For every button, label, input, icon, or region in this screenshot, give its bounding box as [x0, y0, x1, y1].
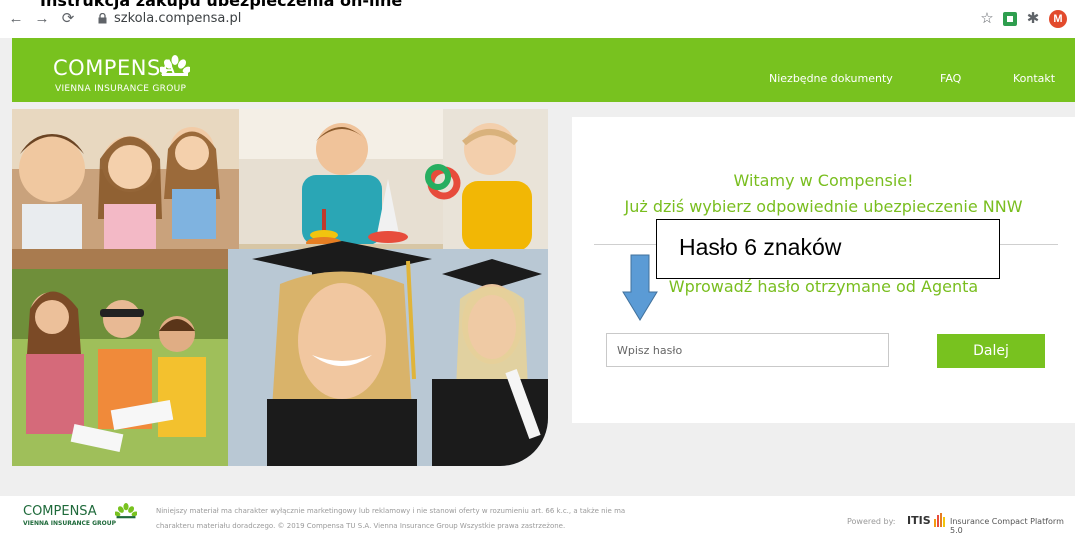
- address-bar[interactable]: szkola.compensa.pl: [114, 11, 241, 26]
- children-photo-image: [12, 109, 548, 466]
- cropped-heading: Instrukcja zakupu ubezpieczenia on-line: [40, 0, 403, 10]
- annotation-callout: Hasło 6 znaków: [656, 219, 1000, 279]
- nav-contact[interactable]: Kontakt: [1013, 72, 1055, 85]
- footer-disclaimer-line1: Niniejszy materiał ma charakter wyłączni…: [156, 507, 626, 515]
- site-footer: COMPENSA VIENNA INSURANCE GROUP Niniejsz…: [0, 496, 1075, 540]
- browser-toolbar: Instrukcja zakupu ubezpieczenia on-line …: [0, 0, 1075, 38]
- welcome-title: Witamy w Compensie!: [733, 171, 914, 190]
- itis-logo[interactable]: ITIS: [907, 514, 931, 527]
- nav-documents[interactable]: Niezbędne dokumenty: [769, 72, 893, 85]
- platform-label: Insurance Compact Platform 5.0: [950, 517, 1064, 535]
- annotation-arrow-icon: [622, 254, 658, 321]
- annotation-text: Hasło 6 znaków: [679, 234, 842, 260]
- compensa-logo-icon: [160, 55, 190, 76]
- next-button[interactable]: Dalej: [937, 334, 1045, 368]
- footer-logo-icon: [115, 503, 137, 519]
- puzzle-icon[interactable]: ✱: [1025, 11, 1041, 27]
- powered-by-label: Powered by:: [847, 517, 896, 526]
- site-header: COMPENSA VIENNA INSURANCE GROUP Niezbędn…: [12, 38, 1075, 102]
- footer-logo-subtitle: VIENNA INSURANCE GROUP: [23, 520, 116, 527]
- footer-disclaimer-line2: charakteru materiału doradczego. © 2019 …: [156, 522, 566, 530]
- logo-subtitle: VIENNA INSURANCE GROUP: [55, 84, 187, 94]
- star-icon[interactable]: ☆: [979, 11, 995, 27]
- back-icon[interactable]: ←: [8, 11, 24, 27]
- reload-icon[interactable]: ⟳: [60, 11, 76, 27]
- hero-photo-collage: [12, 109, 548, 466]
- welcome-subtitle: Już dziś wybierz odpowiednie ubezpieczen…: [624, 197, 1023, 216]
- itis-bars-icon: [934, 513, 945, 527]
- footer-logo-wordmark: COMPENSA: [23, 504, 97, 519]
- extension-icon[interactable]: [1001, 10, 1019, 28]
- profile-avatar[interactable]: M: [1049, 10, 1067, 28]
- forward-icon[interactable]: →: [34, 11, 50, 27]
- nav-faq[interactable]: FAQ: [940, 72, 961, 85]
- logo-wordmark[interactable]: COMPENSA: [53, 56, 176, 80]
- lock-icon: [98, 13, 107, 24]
- password-input[interactable]: [606, 333, 889, 367]
